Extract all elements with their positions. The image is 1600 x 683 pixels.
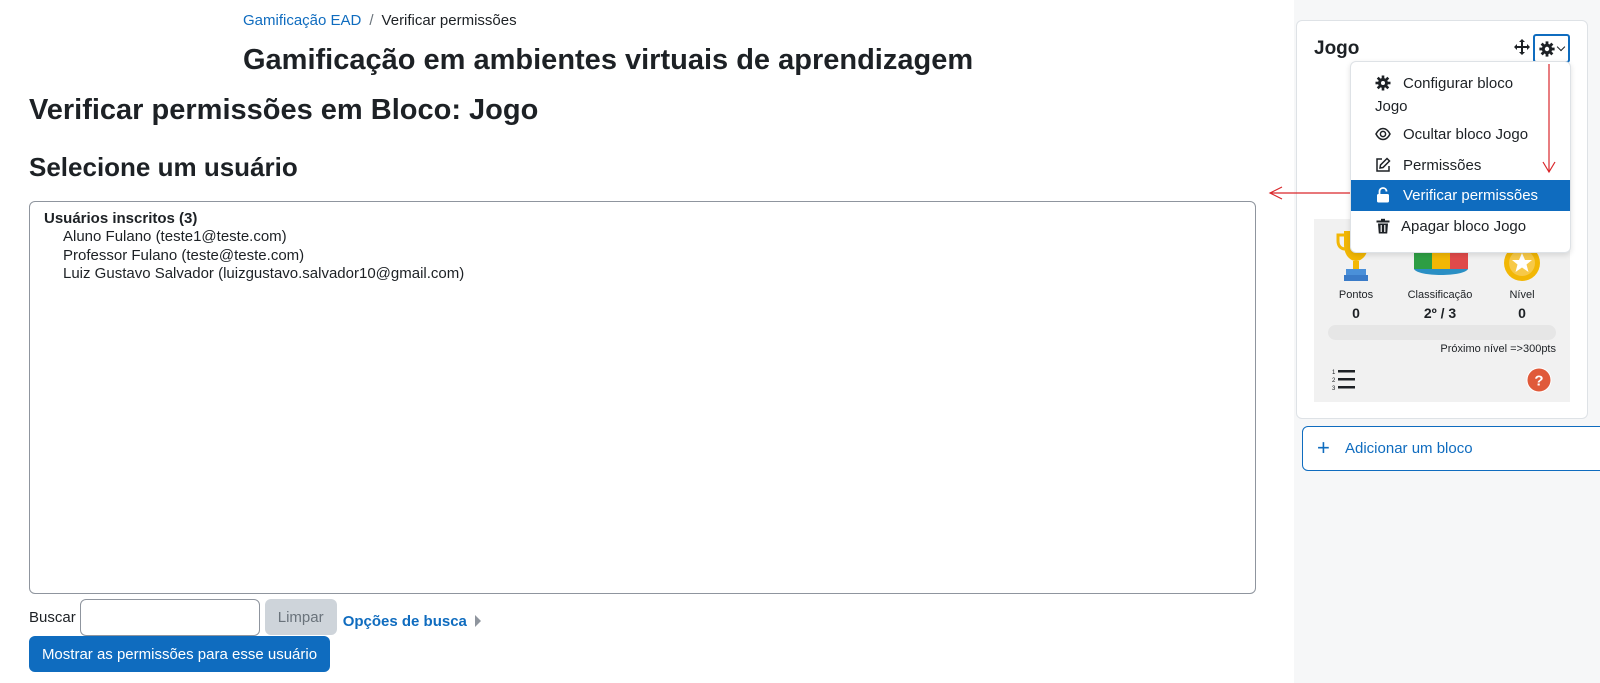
section-heading: Selecione um usuário [29,152,298,182]
caret-right-icon [474,615,481,627]
block-actions-button[interactable] [1533,34,1570,63]
level-label: Nível [1509,289,1535,301]
edit-icon [1376,157,1391,172]
menu-item-check-permissions[interactable]: Verificar permissões [1351,180,1570,211]
level-progress-bar [1328,325,1556,340]
search-label: Buscar [29,608,76,626]
search-options-label: Opções de busca [342,612,467,630]
show-permissions-button[interactable]: Mostrar as permissões para esse usuário [29,636,330,672]
menu-item-hide-label: Ocultar bloco Jogo [1403,126,1529,143]
breadcrumb-course-link[interactable]: Gamificação EAD [243,12,361,29]
gear-icon [1375,75,1391,91]
user-option[interactable]: Aluno Fulano (teste1@teste.com) [44,228,1241,247]
gear-icon [1539,40,1555,57]
unlock-icon [1377,187,1389,203]
breadcrumb-separator: / [369,12,374,29]
menu-item-configure[interactable]: Configurar bloco Jogo [1351,62,1570,119]
help-icon[interactable]: ? [1526,367,1552,393]
breadcrumb: Gamificação EAD / Verificar permissões [243,12,517,29]
menu-item-configure-line2: Jogo [1375,98,1408,115]
main-content: Gamificação EAD / Verificar permissões G… [0,0,1294,683]
add-block-label: Adicionar um bloco [1345,440,1473,457]
menu-item-permissions[interactable]: Permissões [1351,149,1570,180]
rank-value: 2º / 3 [1423,305,1457,321]
eye-icon [1375,127,1391,141]
enrolled-users-group-label: Usuários inscritos (3) [44,210,198,227]
user-option[interactable]: Professor Fulano (teste@teste.com) [44,247,1241,266]
add-block-button[interactable]: + Adicionar um bloco [1302,426,1600,471]
block-actions-menu: Configurar bloco Jogo Ocultar bloco Jogo… [1350,61,1571,253]
move-icon[interactable] [1514,39,1530,55]
menu-item-hide[interactable]: Ocultar bloco Jogo [1351,119,1570,149]
menu-item-delete[interactable]: Apagar bloco Jogo [1351,211,1570,243]
ranking-list-icon[interactable]: 1 2 3 [1332,367,1356,391]
block-title: Jogo [1314,38,1360,59]
user-select-list[interactable]: Usuários inscritos (3) Aluno Fulano (tes… [29,201,1256,594]
plus-icon: + [1317,435,1330,460]
menu-item-delete-label: Apagar bloco Jogo [1401,218,1527,235]
search-options-link[interactable]: Opções de busca [343,613,481,630]
svg-text:3: 3 [1332,386,1336,391]
page-heading: Verificar permissões em Bloco: Jogo [29,94,539,126]
chevron-down-icon [1556,42,1566,52]
search-row: Buscar Limpar Opções de busca [29,598,481,636]
svg-text:1: 1 [1332,370,1336,376]
rank-label: Classificação [1407,289,1473,301]
points-value: 0 [1352,305,1360,321]
menu-item-configure-line1: Configurar bloco [1403,75,1514,92]
points-label: Pontos [1338,289,1374,301]
svg-text:2: 2 [1332,378,1336,384]
next-level-text: Próximo nível =>300pts [1440,343,1556,355]
course-title: Gamificação em ambientes virtuais de apr… [243,44,974,76]
user-option[interactable]: Luiz Gustavo Salvador (luizgustavo.salva… [44,265,1241,284]
breadcrumb-current: Verificar permissões [381,12,517,29]
menu-item-check-permissions-label: Verificar permissões [1403,187,1539,204]
menu-item-permissions-label: Permissões [1403,157,1482,174]
trash-icon [1376,218,1390,234]
search-input[interactable] [79,598,260,636]
level-value: 0 [1518,305,1526,321]
clear-button[interactable]: Limpar [264,599,337,635]
svg-text:?: ? [1534,373,1543,390]
